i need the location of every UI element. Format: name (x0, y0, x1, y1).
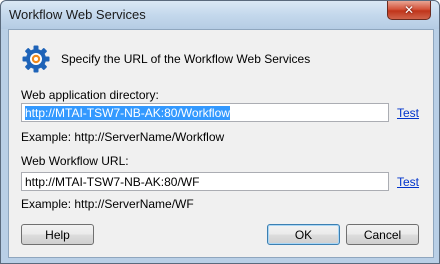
title-bar[interactable]: Workflow Web Services ✕ (1, 1, 439, 29)
header: Specify the URL of the Workflow Web Serv… (21, 44, 310, 74)
dialog-body: Specify the URL of the Workflow Web Serv… (8, 29, 434, 258)
web-workflow-url-test-link[interactable]: Test (397, 175, 419, 189)
ok-button-label: OK (294, 227, 313, 242)
gear-icon (22, 45, 50, 73)
dialog-window: Workflow Web Services ✕ Specify the URL … (0, 0, 440, 264)
web-workflow-url-label: Web Workflow URL: (21, 154, 129, 168)
cancel-button[interactable]: Cancel (346, 224, 419, 245)
header-text: Specify the URL of the Workflow Web Serv… (61, 52, 311, 66)
close-button[interactable]: ✕ (387, 1, 431, 20)
ok-button[interactable]: OK (267, 224, 340, 245)
web-workflow-url-input[interactable]: http://MTAI-TSW7-NB-AK:80/WF (21, 172, 389, 191)
web-app-dir-example: Example: http://ServerName/Workflow (21, 130, 225, 144)
web-app-dir-value: http://MTAI-TSW7-NB-AK:80/Workflow (25, 106, 230, 120)
help-button[interactable]: Help (21, 224, 94, 245)
window-title: Workflow Web Services (9, 7, 146, 22)
close-icon: ✕ (403, 3, 415, 17)
web-app-dir-label: Web application directory: (21, 88, 159, 102)
web-app-dir-test-link[interactable]: Test (397, 106, 419, 120)
web-app-dir-input[interactable]: http://MTAI-TSW7-NB-AK:80/Workflow (21, 103, 389, 122)
web-workflow-url-example: Example: http://ServerName/WF (21, 197, 194, 211)
cancel-button-label: Cancel (363, 227, 402, 242)
help-button-label: Help (45, 227, 70, 242)
web-workflow-url-value: http://MTAI-TSW7-NB-AK:80/WF (25, 175, 200, 189)
